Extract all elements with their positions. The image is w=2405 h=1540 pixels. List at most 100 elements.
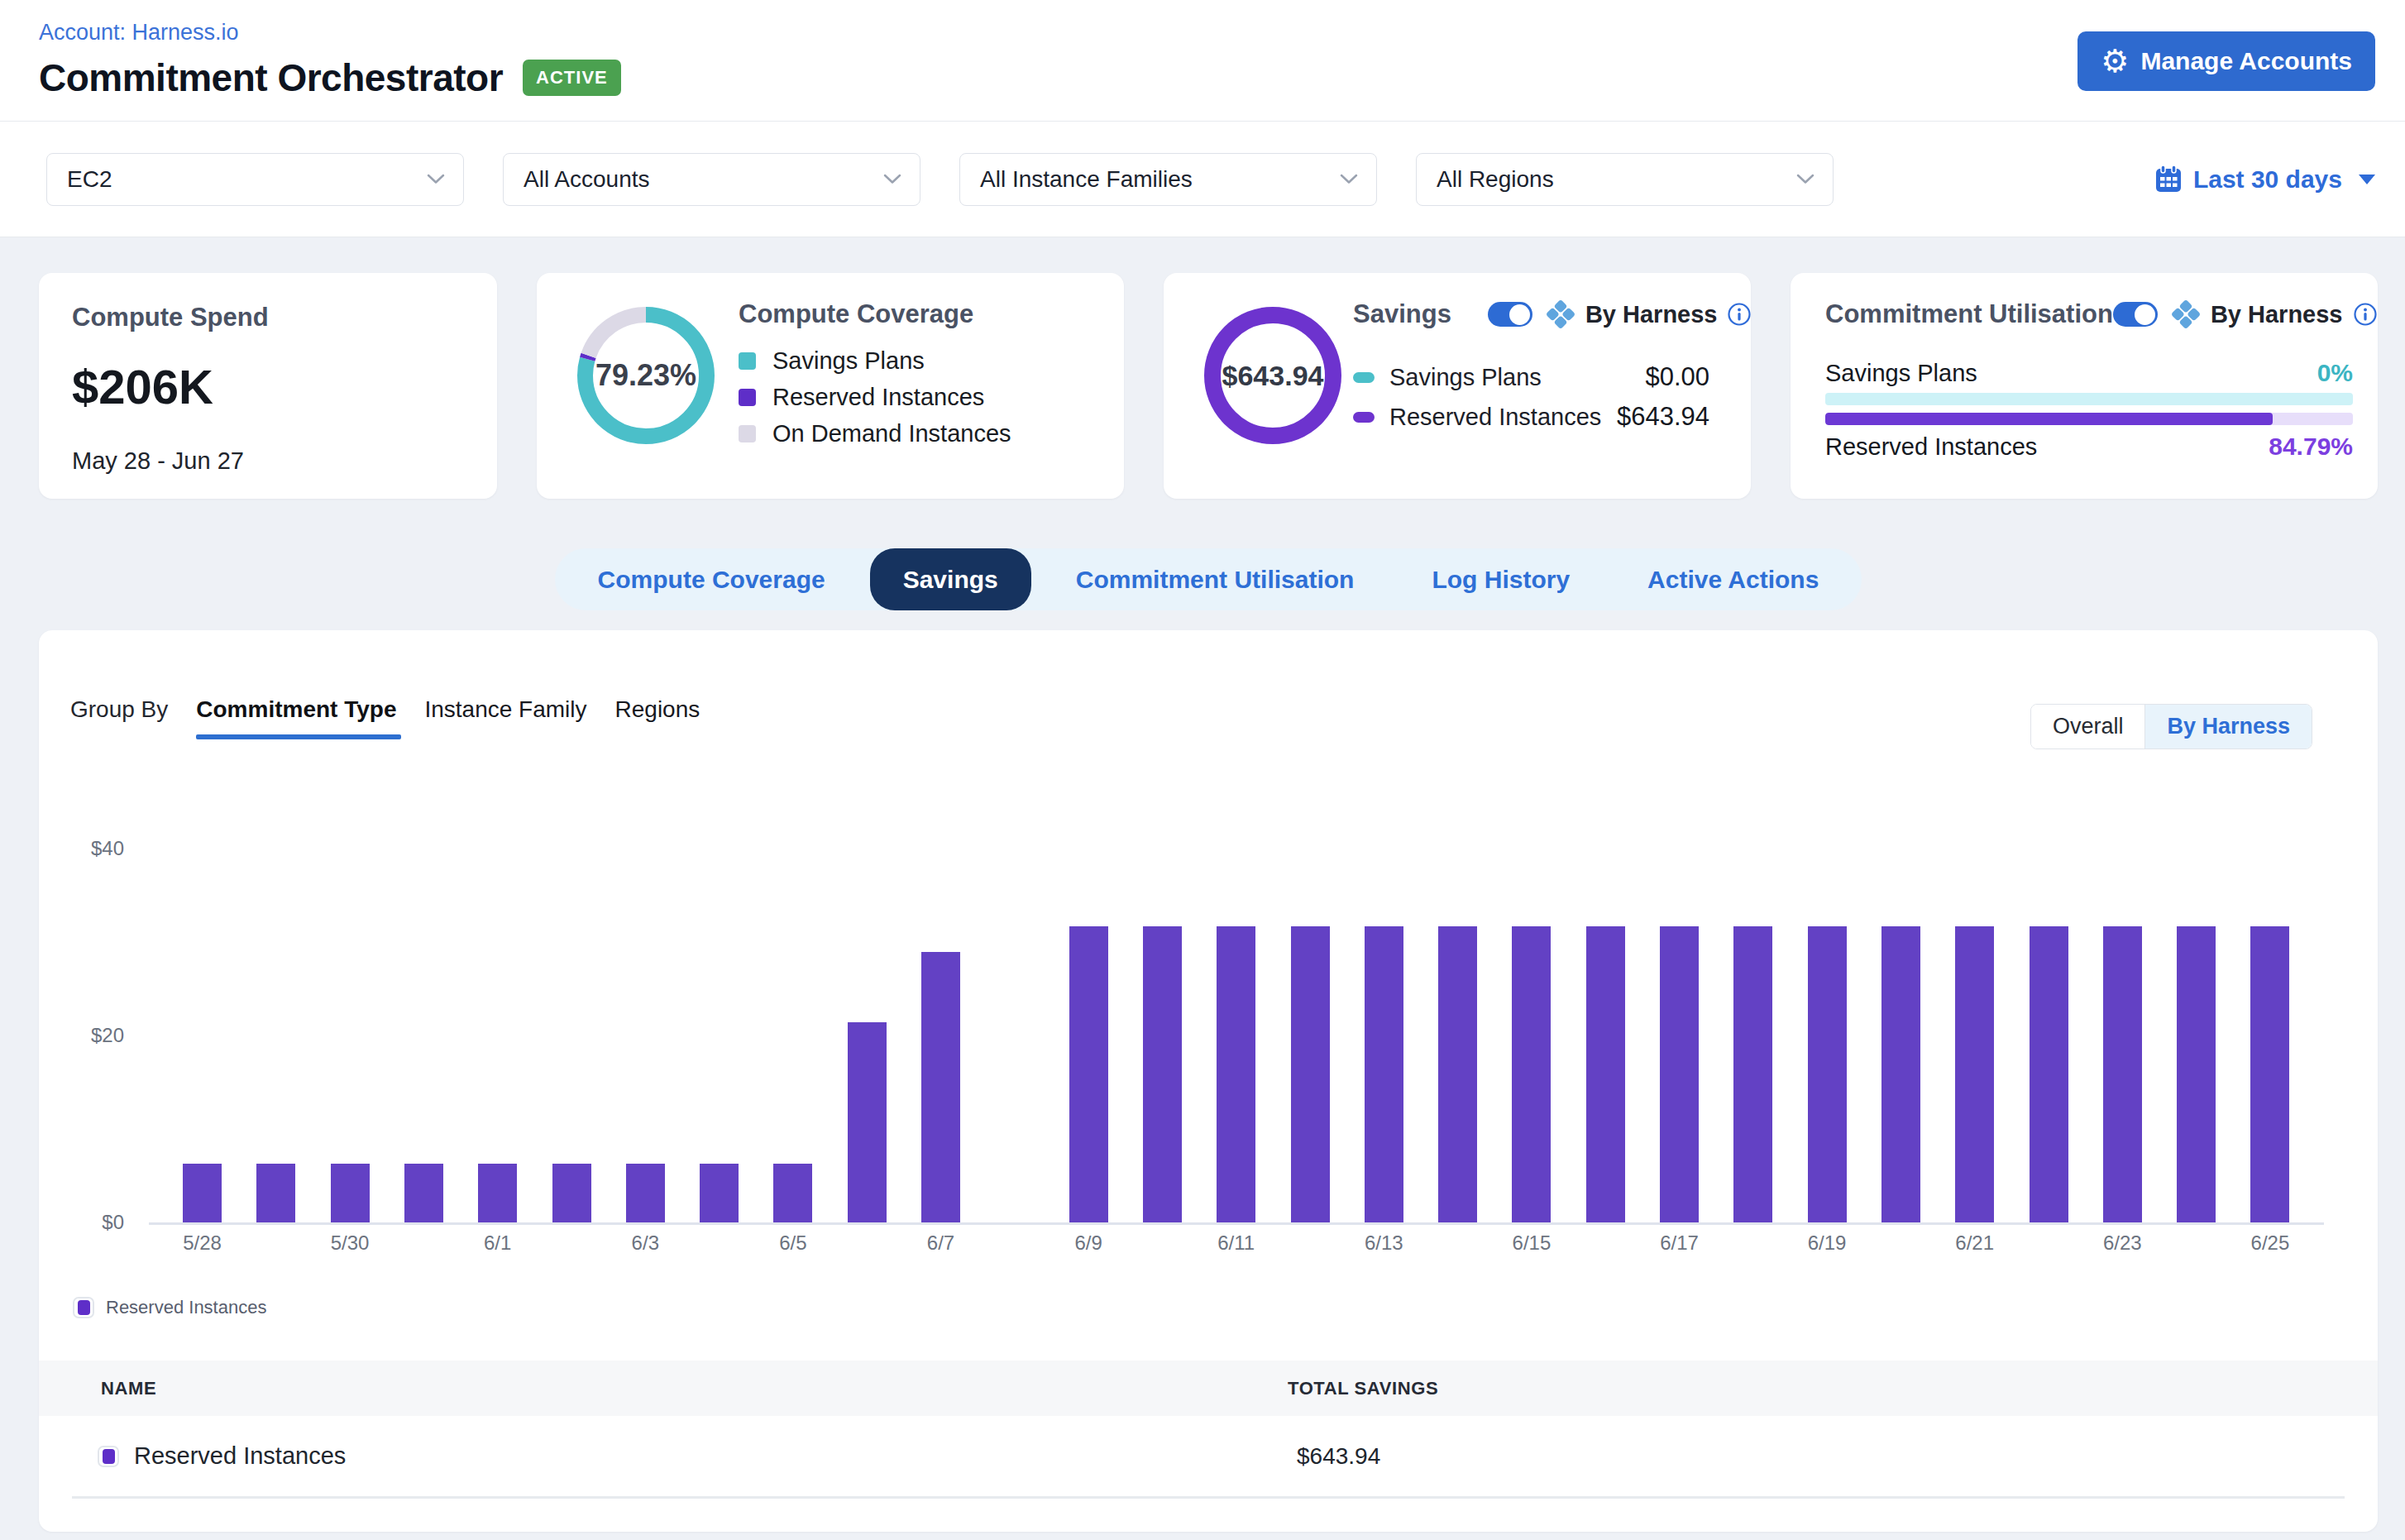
compute-spend-value: $206K [72, 359, 464, 414]
group-by: Group By Commitment Type Instance Family R… [70, 696, 700, 723]
info-icon[interactable] [1727, 302, 1752, 327]
regions-select[interactable]: All Regions [1416, 153, 1834, 206]
legend-swatch [1353, 412, 1375, 423]
bar-5/28 [183, 1164, 222, 1222]
savings-title: Savings [1353, 299, 1451, 329]
group-by-option-commitment-type[interactable]: Commitment Type [196, 696, 396, 723]
calendar-icon [2155, 165, 2182, 194]
table-header-name: NAME [39, 1378, 156, 1399]
legend-label: Savings Plans [772, 347, 925, 375]
bar-6/7 [921, 952, 960, 1222]
row-checkbox [98, 1446, 119, 1467]
bar-5/31 [404, 1164, 443, 1222]
legend-swatch [739, 352, 756, 370]
compute-coverage-percentage: 79.23% [576, 305, 716, 446]
instance-families-select[interactable]: All Instance Families [959, 153, 1377, 206]
legend-checkbox [73, 1297, 94, 1318]
x-axis-label: 6/5 [756, 1232, 830, 1255]
x-axis-label: 6/1 [461, 1232, 535, 1255]
legend-label: On Demand Instances [772, 420, 1011, 447]
utilisation-by-harness-toggle[interactable] [2113, 302, 2158, 327]
bar-6/21 [1955, 926, 1994, 1222]
gear-icon: ⚙ [2101, 45, 2129, 77]
instance-families-select-value: All Instance Families [980, 166, 1193, 193]
regions-select-value: All Regions [1437, 166, 1554, 193]
legend-swatch [739, 425, 756, 442]
legend-label: Savings Plans [1389, 364, 1542, 391]
tab-log-history[interactable]: Log History [1399, 548, 1603, 610]
bar-6/14 [1438, 926, 1477, 1222]
chevron-down-icon [883, 174, 901, 184]
x-axis-label: 6/13 [1346, 1232, 1421, 1255]
chart-legend-label: Reserved Instances [106, 1297, 266, 1318]
compute-spend-period: May 28 - Jun 27 [72, 447, 464, 475]
chevron-down-icon [1340, 174, 1358, 184]
group-by-label: Group By [70, 696, 168, 723]
accounts-select-value: All Accounts [524, 166, 650, 193]
savings-card: $643.94 Savings By Harness [1164, 273, 1751, 499]
utilisation-label: Reserved Instances [1825, 433, 2037, 461]
compute-spend-title: Compute Spend [72, 303, 464, 332]
savings-total: $643.94 [1202, 305, 1343, 446]
commitment-utilisation-card: Commitment Utilisation By Harness Saving… [1791, 273, 2378, 499]
y-axis-label: $0 [58, 1211, 124, 1234]
caret-down-icon [2359, 175, 2375, 184]
service-select[interactable]: EC2 [46, 153, 464, 206]
row-divider [72, 1496, 2345, 1499]
y-axis-label: $40 [58, 837, 124, 860]
bar-6/25 [2250, 926, 2289, 1222]
bar-6/2 [552, 1164, 591, 1222]
manage-accounts-button[interactable]: ⚙ Manage Accounts [2077, 31, 2375, 91]
bar-6/18 [1733, 926, 1772, 1222]
page-header: Account: Harness.io Commitment Orchestra… [0, 0, 2405, 121]
service-select-value: EC2 [67, 166, 112, 193]
bar-6/3 [626, 1164, 665, 1222]
bar-6/15 [1512, 926, 1551, 1222]
x-axis-label: 6/7 [904, 1232, 978, 1255]
group-by-option-instance-family[interactable]: Instance Family [424, 696, 586, 723]
tab-active-actions[interactable]: Active Actions [1614, 548, 1852, 610]
view-toggle: OverallBy Harness [2030, 704, 2312, 749]
table-header-total-savings: TOTAL SAVINGS [1288, 1378, 1438, 1399]
utilisation-bar [1825, 393, 2353, 405]
legend-label: Reserved Instances [772, 384, 984, 411]
info-icon[interactable] [2353, 302, 2378, 327]
date-range-selector[interactable]: Last 30 days [2155, 165, 2375, 194]
savings-donut: $643.94 [1202, 305, 1343, 446]
harness-logo-icon [2171, 299, 2201, 329]
chart-legend[interactable]: Reserved Instances [73, 1297, 266, 1318]
harness-logo-icon [1546, 299, 1575, 329]
coverage-legend-item: Reserved Instances [739, 384, 1099, 411]
utilisation-value: 0% [2317, 359, 2353, 387]
view-toggle-overall[interactable]: Overall [2031, 705, 2145, 748]
row-total-savings: $643.94 [1297, 1443, 1380, 1470]
legend-swatch [739, 389, 756, 406]
tab-savings[interactable]: Savings [870, 548, 1031, 610]
bar-6/12 [1291, 926, 1330, 1222]
utilisation-label: Savings Plans [1825, 360, 1977, 387]
bar-6/17 [1660, 926, 1699, 1222]
utilisation-by-harness-label: By Harness [2211, 301, 2343, 328]
accounts-select[interactable]: All Accounts [503, 153, 920, 206]
compute-coverage-card: 79.23% Compute Coverage Savings Plans Res… [537, 273, 1124, 499]
bar-6/19 [1808, 926, 1847, 1222]
x-axis-label: 6/15 [1494, 1232, 1569, 1255]
account-link[interactable]: Account: Harness.io [39, 20, 2375, 45]
savings-by-harness-toggle[interactable] [1488, 302, 1532, 327]
tab-compute-coverage[interactable]: Compute Coverage [565, 548, 858, 610]
x-axis-label: 6/21 [1938, 1232, 2012, 1255]
table-row[interactable]: Reserved Instances$643.94 [39, 1416, 2378, 1496]
compute-spend-card: Compute Spend $206K May 28 - Jun 27 [39, 273, 497, 499]
bar-5/30 [331, 1164, 370, 1222]
tab-commitment-utilisation[interactable]: Commitment Utilisation [1043, 548, 1388, 610]
page-title: Commitment Orchestrator [39, 55, 503, 100]
utilisation-bar [1825, 413, 2353, 425]
bar-6/4 [700, 1164, 739, 1222]
savings-table: NAME TOTAL SAVINGS Reserved Instances$64… [39, 1361, 2378, 1499]
legend-swatch [1353, 372, 1375, 383]
chevron-down-icon [1796, 174, 1815, 184]
utilisation-row-label: Reserved Instances84.79% [1825, 433, 2353, 461]
view-toggle-by-harness[interactable]: By Harness [2144, 705, 2312, 748]
compute-coverage-title: Compute Coverage [739, 299, 1099, 329]
group-by-option-regions[interactable]: Regions [615, 696, 700, 723]
